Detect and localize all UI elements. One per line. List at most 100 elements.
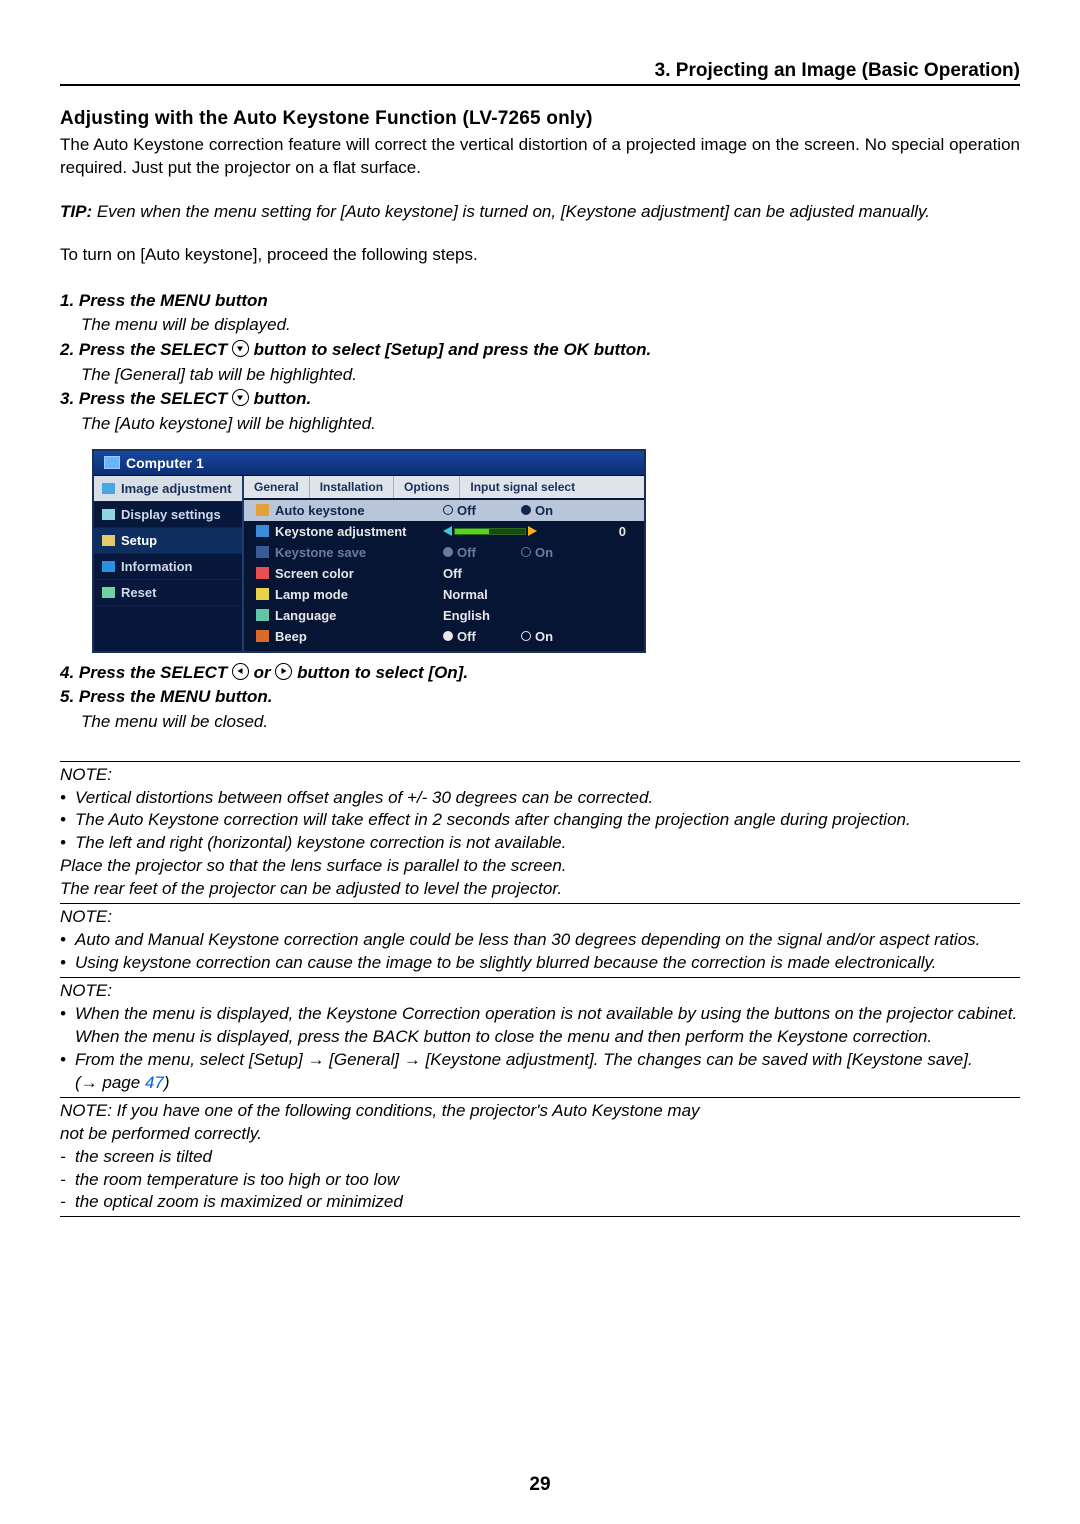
radio-on: On — [521, 545, 599, 560]
menu-display-settings[interactable]: Display settings — [94, 502, 242, 528]
divider — [60, 903, 1020, 904]
row-label: Lamp mode — [275, 587, 443, 602]
row-label: Beep — [275, 629, 443, 644]
reset-icon — [102, 587, 115, 598]
keystone-adj-icon — [256, 525, 269, 537]
row-label: Keystone adjustment — [275, 524, 443, 539]
radio-off-label: Off — [457, 629, 476, 644]
menu-information[interactable]: Information — [94, 554, 242, 580]
slider-fill — [455, 529, 489, 534]
keystone-adj-value: 0 — [619, 524, 632, 539]
osd-titlebar: Computer 1 — [94, 451, 644, 476]
row-value: Normal — [443, 587, 632, 602]
note-3-item: When the menu is displayed, the Keystone… — [60, 1003, 1020, 1049]
radio-off[interactable]: Off — [443, 503, 521, 518]
keystone-save-icon — [256, 546, 269, 558]
row-keystone-save: Keystone save Off On — [244, 542, 644, 563]
row-auto-keystone[interactable]: Auto keystone Off On — [244, 500, 644, 521]
note-1-list: Vertical distortions between offset angl… — [60, 787, 1020, 856]
language-icon — [256, 609, 269, 621]
beep-icon — [256, 630, 269, 642]
section-title: Adjusting with the Auto Keystone Functio… — [60, 108, 1020, 130]
step-3-post: button. — [249, 389, 311, 408]
step-1: 1. Press the MENU button — [60, 289, 1020, 314]
radio-icon — [521, 547, 531, 557]
osd-menu: Computer 1 Image adjustment Display sett… — [92, 449, 646, 653]
row-beep[interactable]: Beep Off On — [244, 626, 644, 647]
row-label: Screen color — [275, 566, 443, 581]
slider-track — [454, 528, 526, 535]
auto-keystone-icon — [256, 504, 269, 516]
osd-body: Image adjustment Display settings Setup … — [94, 476, 644, 651]
radio-off-label: Off — [457, 545, 476, 560]
menu-label: Display settings — [121, 507, 221, 522]
menu-label: Reset — [121, 585, 156, 600]
note-3-item-text: From the menu, select [Setup] → [General… — [75, 1050, 973, 1069]
step-3: 3. Press the SELECT button. — [60, 387, 1020, 412]
slider-right-icon — [528, 526, 537, 536]
note-2-item: Using keystone correction can cause the … — [60, 952, 1020, 975]
step-4: 4. Press the SELECT or button to select … — [60, 661, 1020, 686]
osd-tabs: General Installation Options Input signa… — [244, 476, 644, 498]
divider — [60, 977, 1020, 978]
row-label: Auto keystone — [275, 503, 443, 518]
step-2-pre: 2. Press the SELECT — [60, 340, 232, 359]
radio-off: Off — [443, 545, 521, 560]
note-2-list: Auto and Manual Keystone correction angl… — [60, 929, 1020, 975]
row-lamp-mode[interactable]: Lamp mode Normal — [244, 584, 644, 605]
slider-left-icon — [443, 526, 452, 536]
turn-on-lead: To turn on [Auto keystone], proceed the … — [60, 244, 1020, 267]
display-settings-icon — [102, 509, 115, 520]
menu-reset[interactable]: Reset — [94, 580, 242, 606]
note-4-lead: NOTE: If you have one of the following c… — [60, 1100, 700, 1146]
select-down-icon — [232, 389, 249, 406]
radio-on[interactable]: On — [521, 629, 599, 644]
image-adjust-icon — [102, 483, 115, 494]
menu-image-adjustment[interactable]: Image adjustment — [94, 476, 242, 502]
note-2-item: Auto and Manual Keystone correction angl… — [60, 929, 1020, 952]
menu-setup[interactable]: Setup — [94, 528, 242, 554]
tab-options[interactable]: Options — [394, 476, 460, 498]
radio-on[interactable]: On — [521, 503, 599, 518]
note-1-tail: The rear feet of the projector can be ad… — [60, 878, 1020, 901]
select-down-icon — [232, 340, 249, 357]
screen-color-icon — [256, 567, 269, 579]
page: 3. Projecting an Image (Basic Operation)… — [0, 0, 1080, 1524]
pageref-lead: (→ page — [75, 1073, 145, 1092]
computer-icon — [104, 456, 120, 469]
step-5-sub: The menu will be closed. — [81, 710, 1020, 735]
tab-general[interactable]: General — [244, 476, 310, 498]
radio-off[interactable]: Off — [443, 629, 521, 644]
note-4-item: the room temperature is too high or too … — [60, 1169, 1020, 1192]
note-4-item: the optical zoom is maximized or minimiz… — [60, 1191, 1020, 1214]
page-link-47[interactable]: 47 — [145, 1073, 164, 1092]
note-1-item: The Auto Keystone correction will take e… — [60, 809, 1020, 832]
osd-source: Computer 1 — [126, 455, 204, 471]
divider — [60, 761, 1020, 762]
step-3-sub: The [Auto keystone] will be highlighted. — [81, 412, 1020, 437]
row-screen-color[interactable]: Screen color Off — [244, 563, 644, 584]
step-2: 2. Press the SELECT button to select [Se… — [60, 338, 1020, 363]
select-right-icon — [275, 663, 292, 680]
page-number: 29 — [0, 1474, 1080, 1496]
lamp-icon — [256, 588, 269, 600]
note-1-item: Vertical distortions between offset angl… — [60, 787, 1020, 810]
radio-icon — [521, 631, 531, 641]
step-1-sub: The menu will be displayed. — [81, 313, 1020, 338]
note-label: NOTE: — [60, 907, 112, 926]
tab-installation[interactable]: Installation — [310, 476, 394, 498]
row-language[interactable]: Language English — [244, 605, 644, 626]
step-2-sub: The [General] tab will be highlighted. — [81, 363, 1020, 388]
steps-cont: 4. Press the SELECT or button to select … — [60, 661, 1020, 735]
divider — [60, 1097, 1020, 1098]
row-keystone-adjustment[interactable]: Keystone adjustment 0 — [244, 521, 644, 542]
row-value: English — [443, 608, 632, 623]
note-4-list: the screen is tilted the room temperatur… — [60, 1146, 1020, 1215]
keystone-slider[interactable] — [443, 526, 537, 536]
row-label: Language — [275, 608, 443, 623]
step-5: 5. Press the MENU button. — [60, 685, 1020, 710]
tab-input-signal[interactable]: Input signal select — [460, 476, 644, 498]
pageref-tail: ) — [164, 1073, 170, 1092]
divider — [60, 1216, 1020, 1217]
osd-right-panel: General Installation Options Input signa… — [244, 476, 644, 651]
